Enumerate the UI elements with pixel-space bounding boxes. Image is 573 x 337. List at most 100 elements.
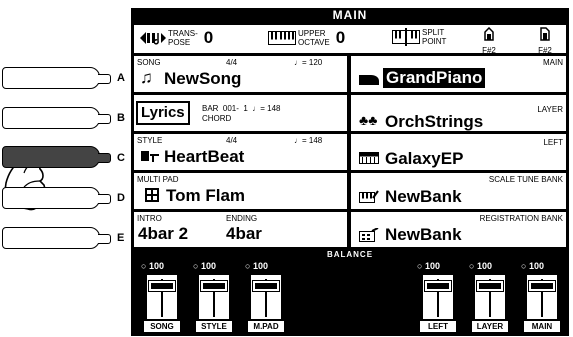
left-voice-name: GalaxyEP xyxy=(385,149,464,168)
fader-label: STYLE xyxy=(196,321,232,332)
side-letter-b: B xyxy=(117,112,125,124)
upper-octave-label-1: UPPER xyxy=(298,29,326,38)
fader-value: ○ 100 xyxy=(417,261,440,271)
split-point-label-1: SPLIT xyxy=(422,28,445,37)
style-name: HeartBeat xyxy=(164,147,245,166)
fader-left[interactable]: ○ 100 LEFT xyxy=(417,261,457,333)
fader-label: SONG xyxy=(144,321,180,332)
style-panel[interactable]: STYLE 4/4 ♩= 148 HeartBeat xyxy=(133,133,348,171)
side-letter-d: D xyxy=(117,192,125,204)
grand-piano-icon xyxy=(359,75,379,85)
transpose-control[interactable]: TRANS- POSE 0 xyxy=(140,28,213,48)
fader-song[interactable]: ○ 100 SONG xyxy=(141,261,181,333)
registration-bank-panel[interactable]: REGISTRATION BANK NewBank xyxy=(350,211,567,248)
multipad-name: Tom Flam xyxy=(166,186,246,205)
fader-knob[interactable] xyxy=(476,280,504,292)
fader-label: LEFT xyxy=(420,321,456,332)
multipad-icon xyxy=(145,188,159,202)
left-voice-panel[interactable]: LEFT GalaxyEP xyxy=(350,133,567,171)
song-time-signature: 4/4 xyxy=(226,58,238,67)
intro-label: INTRO xyxy=(137,214,162,223)
split-point-control[interactable]: SPLIT POINT xyxy=(392,28,446,46)
ending-value: 4bar xyxy=(226,224,262,243)
split-note-2-group: F#2 xyxy=(530,27,560,55)
fader-layer[interactable]: ○ 100 LAYER xyxy=(469,261,509,333)
transpose-label-2: POSE xyxy=(168,38,191,47)
fader-knob[interactable] xyxy=(528,280,556,292)
left-voice-label: LEFT xyxy=(543,138,563,147)
electric-piano-icon xyxy=(359,152,379,164)
balance-title: BALANCE xyxy=(326,250,374,259)
scale-tune-icon xyxy=(359,190,379,203)
chord-label: CHORD xyxy=(202,114,232,123)
transpose-value: 0 xyxy=(203,28,214,47)
screen-title: MAIN xyxy=(332,8,368,22)
main-screen: MAIN TRANS- POSE 0 UPPER OCTAVE 0 SPLIT … xyxy=(131,8,569,336)
fader-multipad[interactable]: ○ 100 M.PAD xyxy=(245,261,285,333)
split-point-label-2: POINT xyxy=(422,37,447,46)
scale-tune-bank-name: NewBank xyxy=(385,187,462,206)
ending-label: ENDING xyxy=(226,214,258,223)
upper-octave-label-2: OCTAVE xyxy=(298,38,330,47)
fader-value: ○ 100 xyxy=(521,261,544,271)
fader-value: ○ 100 xyxy=(141,261,164,271)
registration-icon xyxy=(359,228,379,242)
split-marker-icon xyxy=(484,26,494,41)
fader-value: ○ 100 xyxy=(245,261,268,271)
upper-octave-value: 0 xyxy=(335,28,346,47)
intro-ending-panel[interactable]: INTRO ENDING 4bar 2 4bar xyxy=(133,211,348,248)
fader-label: MAIN xyxy=(524,321,560,332)
intro-value: 4bar 2 xyxy=(138,224,189,243)
style-drum-icon xyxy=(141,151,159,162)
transpose-icon xyxy=(140,32,166,45)
registration-bank-name: NewBank xyxy=(385,225,462,244)
fader-knob[interactable] xyxy=(200,280,228,292)
main-voice-name: GrandPiano xyxy=(383,68,486,88)
side-button-e[interactable] xyxy=(2,227,111,249)
scale-tune-bank-label: SCALE TUNE BANK xyxy=(488,175,563,184)
fader-style[interactable]: ○ 100 STYLE xyxy=(193,261,233,333)
song-panel[interactable]: SONG 4/4 ♩= 120 ♫ NewSong xyxy=(133,55,348,93)
main-voice-panel[interactable]: MAIN GrandPiano xyxy=(350,55,567,93)
keyboard-split-icon xyxy=(392,28,420,46)
fader-label: M.PAD xyxy=(248,321,284,332)
multipad-label: MULTI PAD xyxy=(137,175,179,184)
transpose-label-1: TRANS- xyxy=(168,29,198,38)
fader-value: ○ 100 xyxy=(193,261,216,271)
song-name: NewSong xyxy=(164,69,242,88)
upper-octave-control[interactable]: UPPER OCTAVE 0 xyxy=(268,28,345,48)
split-marker-icon xyxy=(540,27,550,41)
lyrics-panel[interactable]: Lyrics BAR 001- 1 ♩= 148 CHORD xyxy=(133,94,348,132)
strings-icon: ♣♣ xyxy=(359,112,378,128)
layer-voice-panel[interactable]: LAYER ♣♣ OrchStrings xyxy=(350,94,567,132)
song-label: SONG xyxy=(137,58,161,67)
fader-knob[interactable] xyxy=(424,280,452,292)
style-tempo: ♩= 148 xyxy=(294,136,323,145)
scale-tune-bank-panel[interactable]: SCALE TUNE BANK NewBank xyxy=(350,172,567,210)
bar-position: BAR 001- 1 ♩= 148 xyxy=(202,104,281,113)
top-status-row: TRANS- POSE 0 UPPER OCTAVE 0 SPLIT POINT… xyxy=(133,24,567,55)
side-button-c[interactable] xyxy=(2,146,111,168)
style-label: STYLE xyxy=(137,136,163,145)
song-tempo: ♩= 120 xyxy=(294,58,323,67)
lyrics-button[interactable]: Lyrics xyxy=(136,101,190,125)
fader-value: ○ 100 xyxy=(469,261,492,271)
side-button-b[interactable] xyxy=(2,107,111,129)
split-note-2: F#2 xyxy=(538,46,552,55)
main-voice-label: MAIN xyxy=(543,58,563,67)
side-letter-c: C xyxy=(117,152,125,164)
multipad-panel[interactable]: MULTI PAD Tom Flam xyxy=(133,172,348,210)
keyboard-octave-icon xyxy=(268,31,296,45)
side-button-d[interactable] xyxy=(2,187,111,209)
fader-main[interactable]: ○ 100 MAIN xyxy=(521,261,561,333)
side-button-a[interactable] xyxy=(2,67,111,89)
fader-knob[interactable] xyxy=(148,280,176,292)
registration-bank-label: REGISTRATION BANK xyxy=(479,214,563,223)
side-letter-e: E xyxy=(117,232,125,244)
balance-panel: BALANCE ○ 100 SONG ○ 100 STYLE ○ 100 M.P… xyxy=(133,249,567,334)
side-letter-a: A xyxy=(117,72,125,84)
fader-knob[interactable] xyxy=(252,280,280,292)
split-note-1-group: F#2 xyxy=(474,26,504,55)
music-note-icon: ♫ xyxy=(140,68,153,87)
style-time-signature: 4/4 xyxy=(226,136,238,145)
